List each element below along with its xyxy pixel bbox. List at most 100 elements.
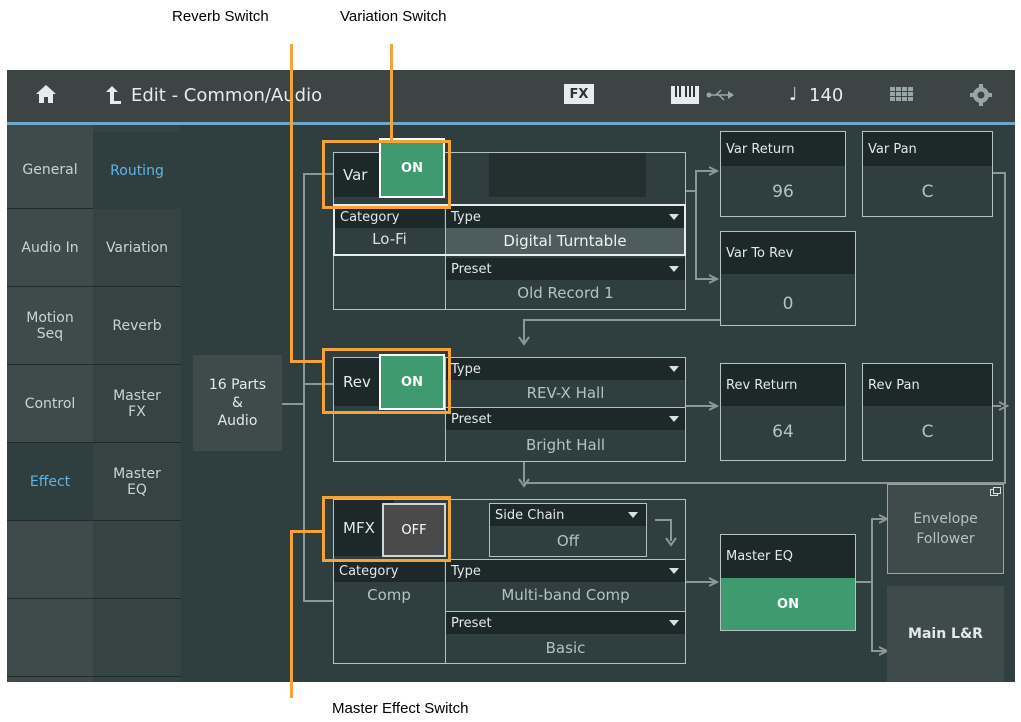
route-line <box>303 600 333 602</box>
tab-label: Master <box>113 465 161 482</box>
var-preset-label: Preset <box>446 258 685 280</box>
tab-label: Effect <box>29 473 71 490</box>
variation-switch-highlight <box>322 140 451 209</box>
route-line <box>871 518 873 652</box>
tab-general[interactable]: General <box>7 132 93 209</box>
var-to-rev-value[interactable]: 0 <box>721 294 855 314</box>
dropdown-arrow-icon <box>669 416 679 422</box>
master-effect-switch-leader <box>290 530 324 533</box>
source-label: 16 Parts <box>208 377 267 393</box>
route-line <box>655 519 671 521</box>
master-effect-switch-highlight <box>322 496 451 562</box>
rev-pan-value[interactable]: C <box>863 422 992 442</box>
rev-type-label: Type <box>446 358 685 380</box>
mfx-type-value[interactable]: Multi-band Comp <box>446 586 685 604</box>
tab-empty <box>7 521 93 599</box>
reverb-switch-leader <box>290 44 293 362</box>
arrow-right-icon <box>709 166 719 176</box>
gear-icon[interactable] <box>969 83 993 107</box>
source-label: Audio <box>217 413 258 429</box>
dropdown-arrow-icon <box>628 512 638 518</box>
tab-label: Motion <box>26 309 74 326</box>
dropdown-arrow-icon <box>669 620 679 626</box>
envelope-follower-label: Follower <box>916 531 975 547</box>
fx-icon[interactable]: FX <box>564 84 594 104</box>
variation-switch-callout: Variation Switch <box>340 8 447 25</box>
dropdown-arrow-icon <box>669 214 679 220</box>
main-lr-output: Main L&R <box>887 586 1004 682</box>
subtab-master-fx[interactable]: Master FX <box>93 365 181 443</box>
arrow-right-icon <box>709 401 719 411</box>
envelope-follower-label: Envelope <box>913 511 978 527</box>
side-chain-label: Side Chain <box>490 504 646 526</box>
tab-label: Reverb <box>112 317 162 334</box>
var-pan-value[interactable]: C <box>863 182 992 202</box>
mfx-category-label: Category <box>334 560 444 582</box>
var-pan-label: Var Pan <box>863 132 992 166</box>
mfx-type-label: Type <box>446 560 685 582</box>
route-line <box>695 170 697 280</box>
synth-screen: Edit - Common/Audio FX ♩ 140 General Aud… <box>7 70 1015 682</box>
popup-window-icon <box>990 487 1001 496</box>
rev-preset-label: Preset <box>446 408 685 430</box>
tab-effect[interactable]: Effect <box>7 443 93 521</box>
mfx-preset-label: Preset <box>446 612 685 634</box>
envelope-follower-button[interactable]: Envelope Follower <box>887 484 1004 574</box>
subtab-empty <box>93 521 181 599</box>
subtab-master-eq[interactable]: Master EQ <box>93 443 181 521</box>
var-return-value[interactable]: 96 <box>721 182 845 202</box>
subtab-variation[interactable]: Variation <box>93 209 181 287</box>
top-bar: Edit - Common/Audio FX ♩ 140 <box>7 70 1015 122</box>
master-eq-switch[interactable]: ON <box>721 578 855 630</box>
dropdown-arrow-icon <box>669 266 679 272</box>
subtab-reverb[interactable]: Reverb <box>93 287 181 365</box>
var-preset-value[interactable]: Old Record 1 <box>446 284 685 302</box>
grid-icon[interactable] <box>890 87 914 105</box>
var-category-value[interactable]: Lo-Fi <box>335 230 444 248</box>
tab-label: Routing <box>110 162 164 179</box>
side-chain-value[interactable]: Off <box>490 532 646 550</box>
dropdown-arrow-icon <box>669 568 679 574</box>
back-icon[interactable] <box>103 84 123 106</box>
rev-pan-label: Rev Pan <box>863 364 992 406</box>
usb-icon <box>706 89 734 101</box>
route-line <box>303 173 305 601</box>
tab-label: Control <box>24 395 76 412</box>
master-effect-switch-leader <box>290 530 293 698</box>
keyboard-icon <box>671 86 699 104</box>
subtab-routing[interactable]: Routing <box>93 132 181 209</box>
reverb-switch-leader <box>290 360 324 363</box>
home-icon[interactable] <box>35 84 57 104</box>
master-effect-switch-callout: Master Effect Switch <box>332 700 469 717</box>
tab-label: EQ <box>127 481 147 498</box>
arrow-down-icon <box>665 537 677 547</box>
tempo-value[interactable]: 140 <box>809 85 843 106</box>
tab-motion-seq[interactable]: Motion Seq <box>7 287 93 365</box>
rev-preset-value[interactable]: Bright Hall <box>446 436 685 454</box>
mfx-preset-value[interactable]: Basic <box>446 639 685 657</box>
tab-empty <box>7 599 93 677</box>
tab-label: General <box>22 162 78 178</box>
source-label: & <box>232 395 243 411</box>
rev-return-value[interactable]: 64 <box>721 422 845 442</box>
var-type-value[interactable]: Digital Turntable <box>446 228 684 254</box>
tab-control[interactable]: Control <box>7 365 93 443</box>
page-title: Edit - Common/Audio <box>131 85 323 106</box>
tab-audio-in[interactable]: Audio In <box>7 209 93 287</box>
subtab-empty <box>93 599 181 677</box>
mfx-category-value[interactable]: Comp <box>334 586 444 604</box>
tab-label: Audio In <box>21 239 79 256</box>
arrow-right-icon <box>709 577 719 587</box>
rev-type-value[interactable]: REV-X Hall <box>446 384 685 402</box>
reverb-switch-callout: Reverb Switch <box>172 8 269 25</box>
var-blank <box>489 153 646 197</box>
route-line <box>524 319 720 321</box>
var-return-label: Var Return <box>721 132 845 166</box>
tab-label: Variation <box>105 239 169 256</box>
tab-label: FX <box>128 403 146 420</box>
var-category-label: Category <box>335 206 444 228</box>
dropdown-arrow-icon <box>669 366 679 372</box>
rev-return-label: Rev Return <box>721 364 845 406</box>
route-line <box>1004 406 1006 484</box>
tab-label: Master <box>113 387 161 404</box>
